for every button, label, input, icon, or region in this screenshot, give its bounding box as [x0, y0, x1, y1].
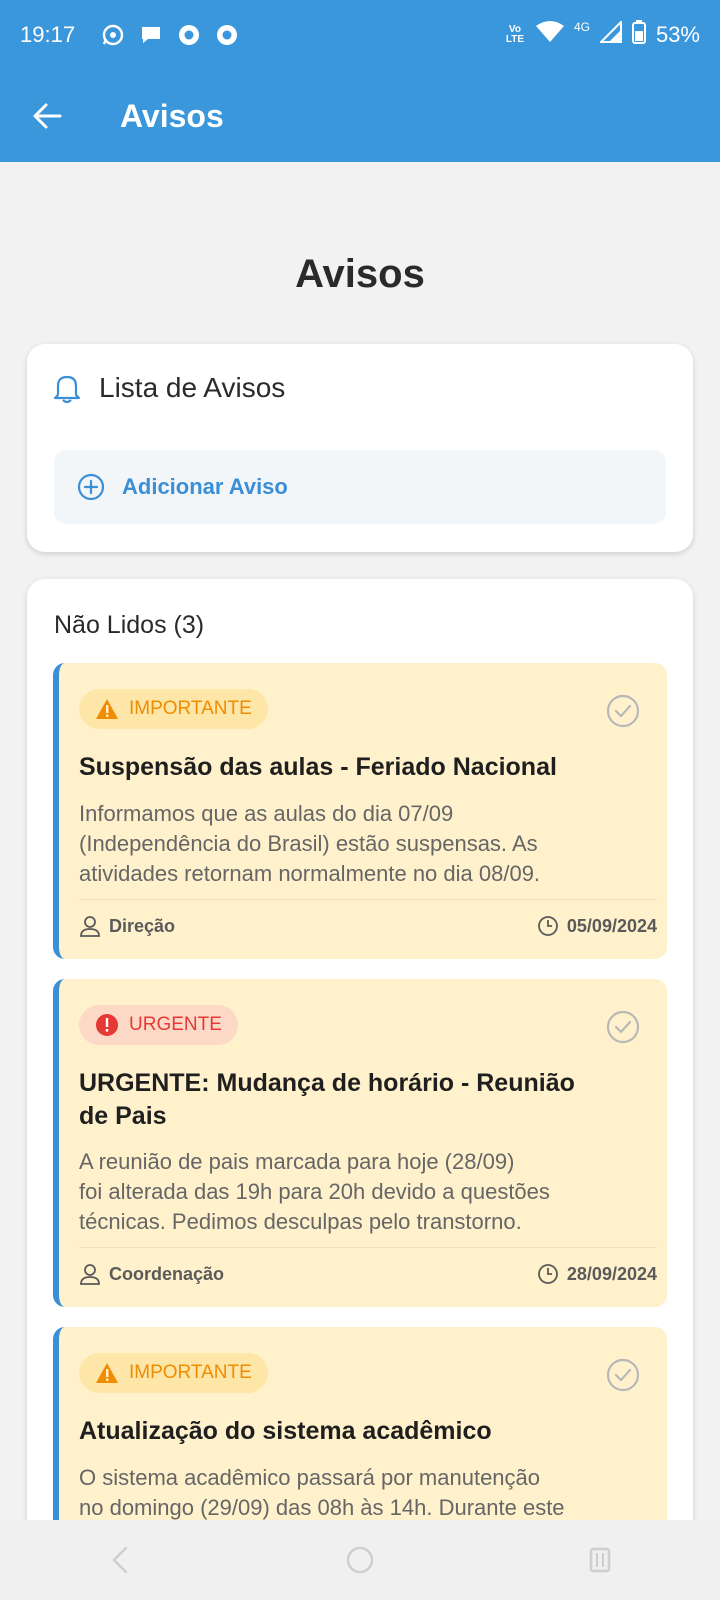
top-bar: 19:17 Vo LTE 4G 53% Avisos	[0, 0, 720, 162]
notice-author: Direção	[79, 915, 175, 937]
alert-circle-icon	[96, 1014, 118, 1036]
mark-read-check-icon[interactable]	[605, 1357, 641, 1393]
notice-author-name: Direção	[109, 915, 176, 936]
notice-date-value: 28/09/2024	[566, 1263, 657, 1284]
notice-body-line: O sistema acadêmico passará por manutenç…	[79, 1465, 541, 1490]
user-icon	[80, 916, 100, 937]
notice-title-line: URGENTE: Mudança de horário - Reunião	[79, 1069, 575, 1097]
status-right: Vo LTE 4G 53%	[504, 19, 700, 50]
notice-body-line: no domingo (29/09) das 08h às 14h. Duran…	[79, 1495, 565, 1520]
clock-icon	[538, 1264, 558, 1284]
nav-home-button[interactable]	[330, 1530, 390, 1590]
mark-read-check-icon[interactable]	[605, 1009, 641, 1045]
notice-item[interactable]: IMPORTANTE Suspensão das aulas - Feriado…	[53, 663, 667, 959]
nav-recents-button[interactable]	[570, 1530, 630, 1590]
notices-list-card: Lista de Avisos Adicionar Aviso	[27, 344, 693, 552]
badge-label: IMPORTANTE	[129, 698, 252, 719]
notice-author-name: Coordenação	[109, 1263, 225, 1284]
chevron-left-icon	[112, 1546, 128, 1574]
user-icon	[80, 1264, 100, 1285]
status-bar: 19:17 Vo LTE 4G 53%	[0, 0, 720, 70]
bell-icon	[53, 375, 81, 404]
notice-meta: Coordenação 28/09/2024	[79, 1263, 657, 1285]
notice-body-line: (Independência do Brasil) estão suspensa…	[79, 831, 538, 856]
notice-meta: Direção 05/09/2024	[79, 915, 657, 937]
priority-badge: IMPORTANTE	[79, 1353, 268, 1393]
signal-icon	[598, 19, 622, 49]
chat-icon	[139, 23, 163, 47]
wifi-icon	[535, 21, 564, 49]
status-time: 19:17	[20, 22, 76, 47]
priority-badge: URGENTE	[79, 1005, 238, 1045]
list-card-header: Lista de Avisos	[53, 372, 285, 404]
plus-circle-icon	[77, 473, 105, 501]
notice-date: 05/09/2024	[537, 915, 657, 937]
recents-icon	[589, 1547, 611, 1573]
network-type: 4G	[573, 20, 590, 34]
badge-label: URGENTE	[129, 1014, 222, 1035]
notice-date: 28/09/2024	[537, 1263, 657, 1285]
notice-date-value: 05/09/2024	[566, 915, 657, 936]
whatsapp-icon	[101, 23, 125, 47]
system-nav-bar	[0, 1520, 720, 1600]
app-bar: Avisos	[0, 70, 720, 162]
chrome-icon	[177, 23, 201, 47]
home-circle-icon	[346, 1546, 374, 1574]
notice-body: O sistema acadêmico passará por manutenç…	[79, 1463, 639, 1523]
notification-icons	[101, 23, 239, 47]
unread-section-title: Não Lidos (3)	[54, 611, 205, 639]
notice-title: Suspensão das aulas - Feriado Nacional	[79, 753, 557, 781]
notice-divider	[79, 899, 657, 900]
notice-body: Informamos que as aulas do dia 07/09 (In…	[79, 799, 639, 889]
volte-indicator: Vo LTE	[505, 24, 525, 45]
nav-back-button[interactable]	[90, 1530, 150, 1590]
add-notice-label: Adicionar Aviso	[122, 474, 288, 499]
notice-body-line: técnicas. Pedimos desculpas pelo transto…	[79, 1209, 522, 1234]
warning-icon	[96, 1363, 118, 1383]
notice-body-line: A reunião de pais marcada para hoje (28/…	[79, 1149, 515, 1174]
battery-level: 53%	[655, 22, 700, 47]
page-title: Avisos	[295, 252, 425, 296]
arrow-left-icon	[33, 103, 62, 129]
priority-badge: IMPORTANTE	[79, 689, 268, 729]
notice-title: URGENTE: Mudança de horário - Reunião de…	[79, 1067, 649, 1133]
notice-body-line: Informamos que as aulas do dia 07/09	[79, 801, 454, 826]
notice-body-line: atividades retornam normalmente no dia 0…	[79, 861, 541, 886]
battery-icon	[631, 20, 646, 50]
add-notice-button[interactable]: Adicionar Aviso	[54, 450, 666, 524]
app-bar-title: Avisos	[120, 97, 224, 134]
notice-body: A reunião de pais marcada para hoje (28/…	[79, 1147, 639, 1237]
notice-title: Atualização do sistema acadêmico	[79, 1417, 492, 1445]
mark-read-check-icon[interactable]	[605, 693, 641, 729]
clock-icon	[538, 916, 558, 936]
badge-label: IMPORTANTE	[129, 1362, 252, 1383]
notice-item[interactable]: URGENTE URGENTE: Mudança de horário - Re…	[53, 979, 667, 1307]
notice-divider	[79, 1247, 657, 1248]
chrome-icon	[215, 23, 239, 47]
warning-icon	[96, 699, 118, 719]
unread-notices-card: Não Lidos (3) IMPORTANTE Suspensão das a…	[27, 579, 693, 1600]
notice-author: Coordenação	[79, 1263, 224, 1285]
notice-body-line: foi alterada das 19h para 20h devido a q…	[79, 1179, 550, 1204]
back-button[interactable]	[17, 86, 77, 146]
notice-title-line: de Pais	[79, 1102, 167, 1130]
list-card-title: Lista de Avisos	[99, 372, 286, 403]
